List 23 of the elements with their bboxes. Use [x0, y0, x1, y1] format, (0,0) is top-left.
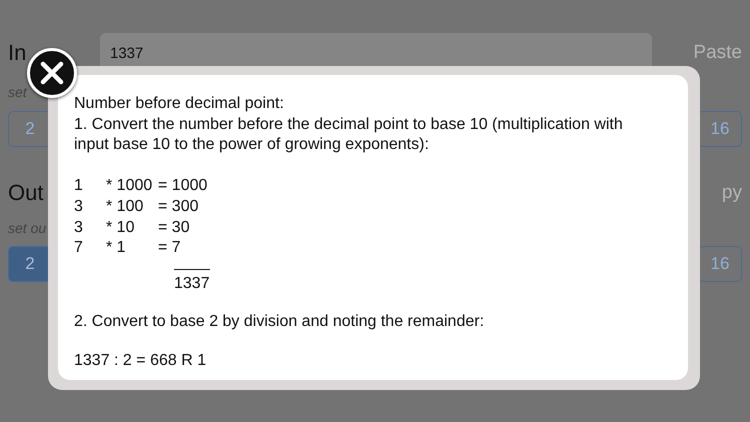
result-text: = 300	[158, 196, 200, 217]
step-text: 1. Convert the number before the decimal point to base 10 (multiplication with input base 10 to the power of growing exponents):	[74, 114, 624, 156]
digit-text: 3	[74, 196, 84, 217]
sum-text: 1337	[174, 268, 210, 294]
result-text: = 1000	[158, 176, 208, 196]
factor-text: * 100	[106, 196, 144, 217]
close-icon	[40, 61, 64, 85]
close-button[interactable]	[27, 48, 77, 98]
step-text: 2. Convert to base 2 by division and noting the remainder:	[74, 312, 486, 332]
factor-text: * 1000	[106, 176, 154, 196]
output-label: Out	[8, 180, 44, 206]
result-text: = 30	[158, 218, 191, 238]
division-text: 1337 : 2 = 668 R 1	[74, 350, 208, 371]
result-text: = 7	[158, 238, 182, 258]
intro-text: Number before decimal point:	[74, 94, 285, 114]
digit-text: 7	[74, 238, 84, 258]
digit-text: 1	[74, 176, 84, 196]
input-label: In	[8, 40, 26, 65]
paste-button[interactable]: Paste	[693, 42, 742, 64]
factor-text: * 1	[106, 238, 127, 258]
copy-button[interactable]: py	[722, 182, 742, 204]
digit-text: 3	[74, 218, 84, 238]
factor-text: * 10	[106, 218, 136, 238]
